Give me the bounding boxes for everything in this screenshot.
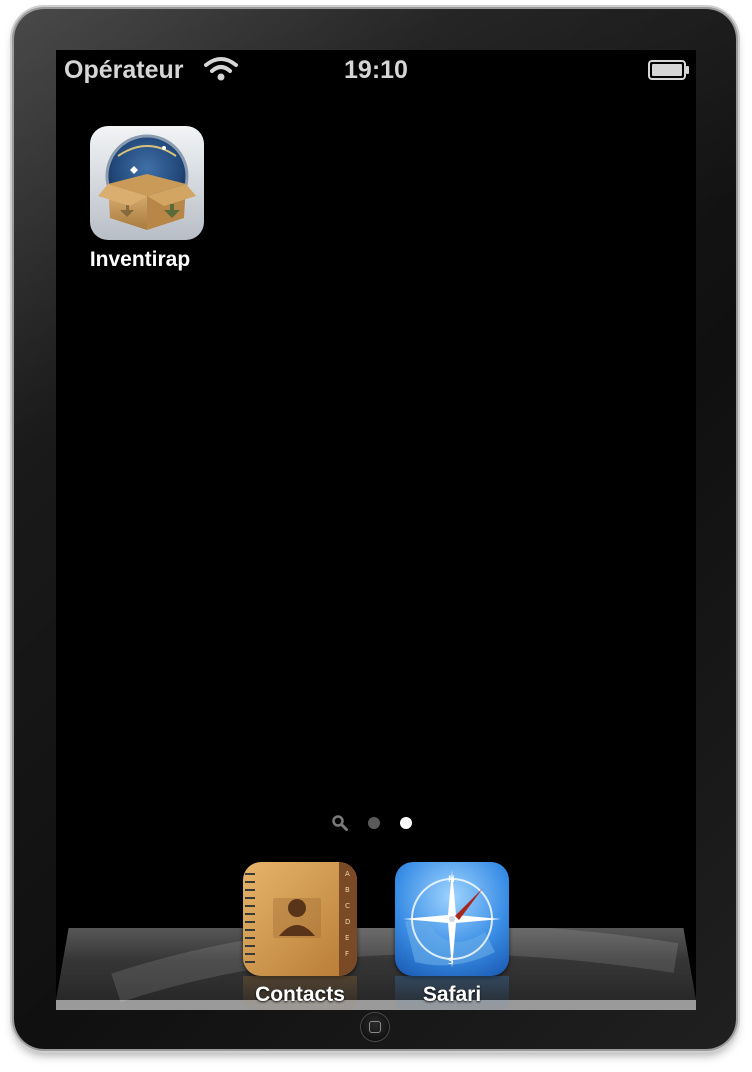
- screen: Opérateur 19:10 Inventirap A B C D E F C…: [56, 50, 696, 1010]
- svg-text:B: B: [345, 886, 350, 894]
- spotlight-search-icon[interactable]: [331, 814, 349, 832]
- home-button[interactable]: [361, 1013, 389, 1041]
- svg-text:N: N: [448, 875, 455, 885]
- compass-icon: N S: [395, 862, 509, 976]
- page-dot-1[interactable]: [368, 817, 380, 829]
- contacts-book-icon: ABC DEF: [243, 862, 357, 976]
- svg-text:D: D: [345, 918, 350, 926]
- app-label-safari: Safari: [422, 983, 482, 1006]
- box-globe-icon: [90, 126, 204, 240]
- svg-text:S: S: [448, 957, 454, 967]
- status-time: 19:10: [344, 56, 408, 84]
- app-label-contacts: Contacts: [255, 983, 345, 1006]
- page-indicator[interactable]: [56, 814, 696, 834]
- home-square-icon: [369, 1021, 381, 1033]
- battery-icon: [648, 60, 689, 80]
- svg-text:F: F: [345, 950, 349, 958]
- page-dot-2-active[interactable]: [400, 817, 412, 829]
- svg-text:C: C: [345, 902, 350, 910]
- app-label-inventirap: Inventirap: [89, 248, 191, 271]
- status-bar: Opérateur 19:10: [56, 50, 696, 90]
- svg-text:A: A: [345, 870, 350, 878]
- svg-text:E: E: [345, 934, 349, 942]
